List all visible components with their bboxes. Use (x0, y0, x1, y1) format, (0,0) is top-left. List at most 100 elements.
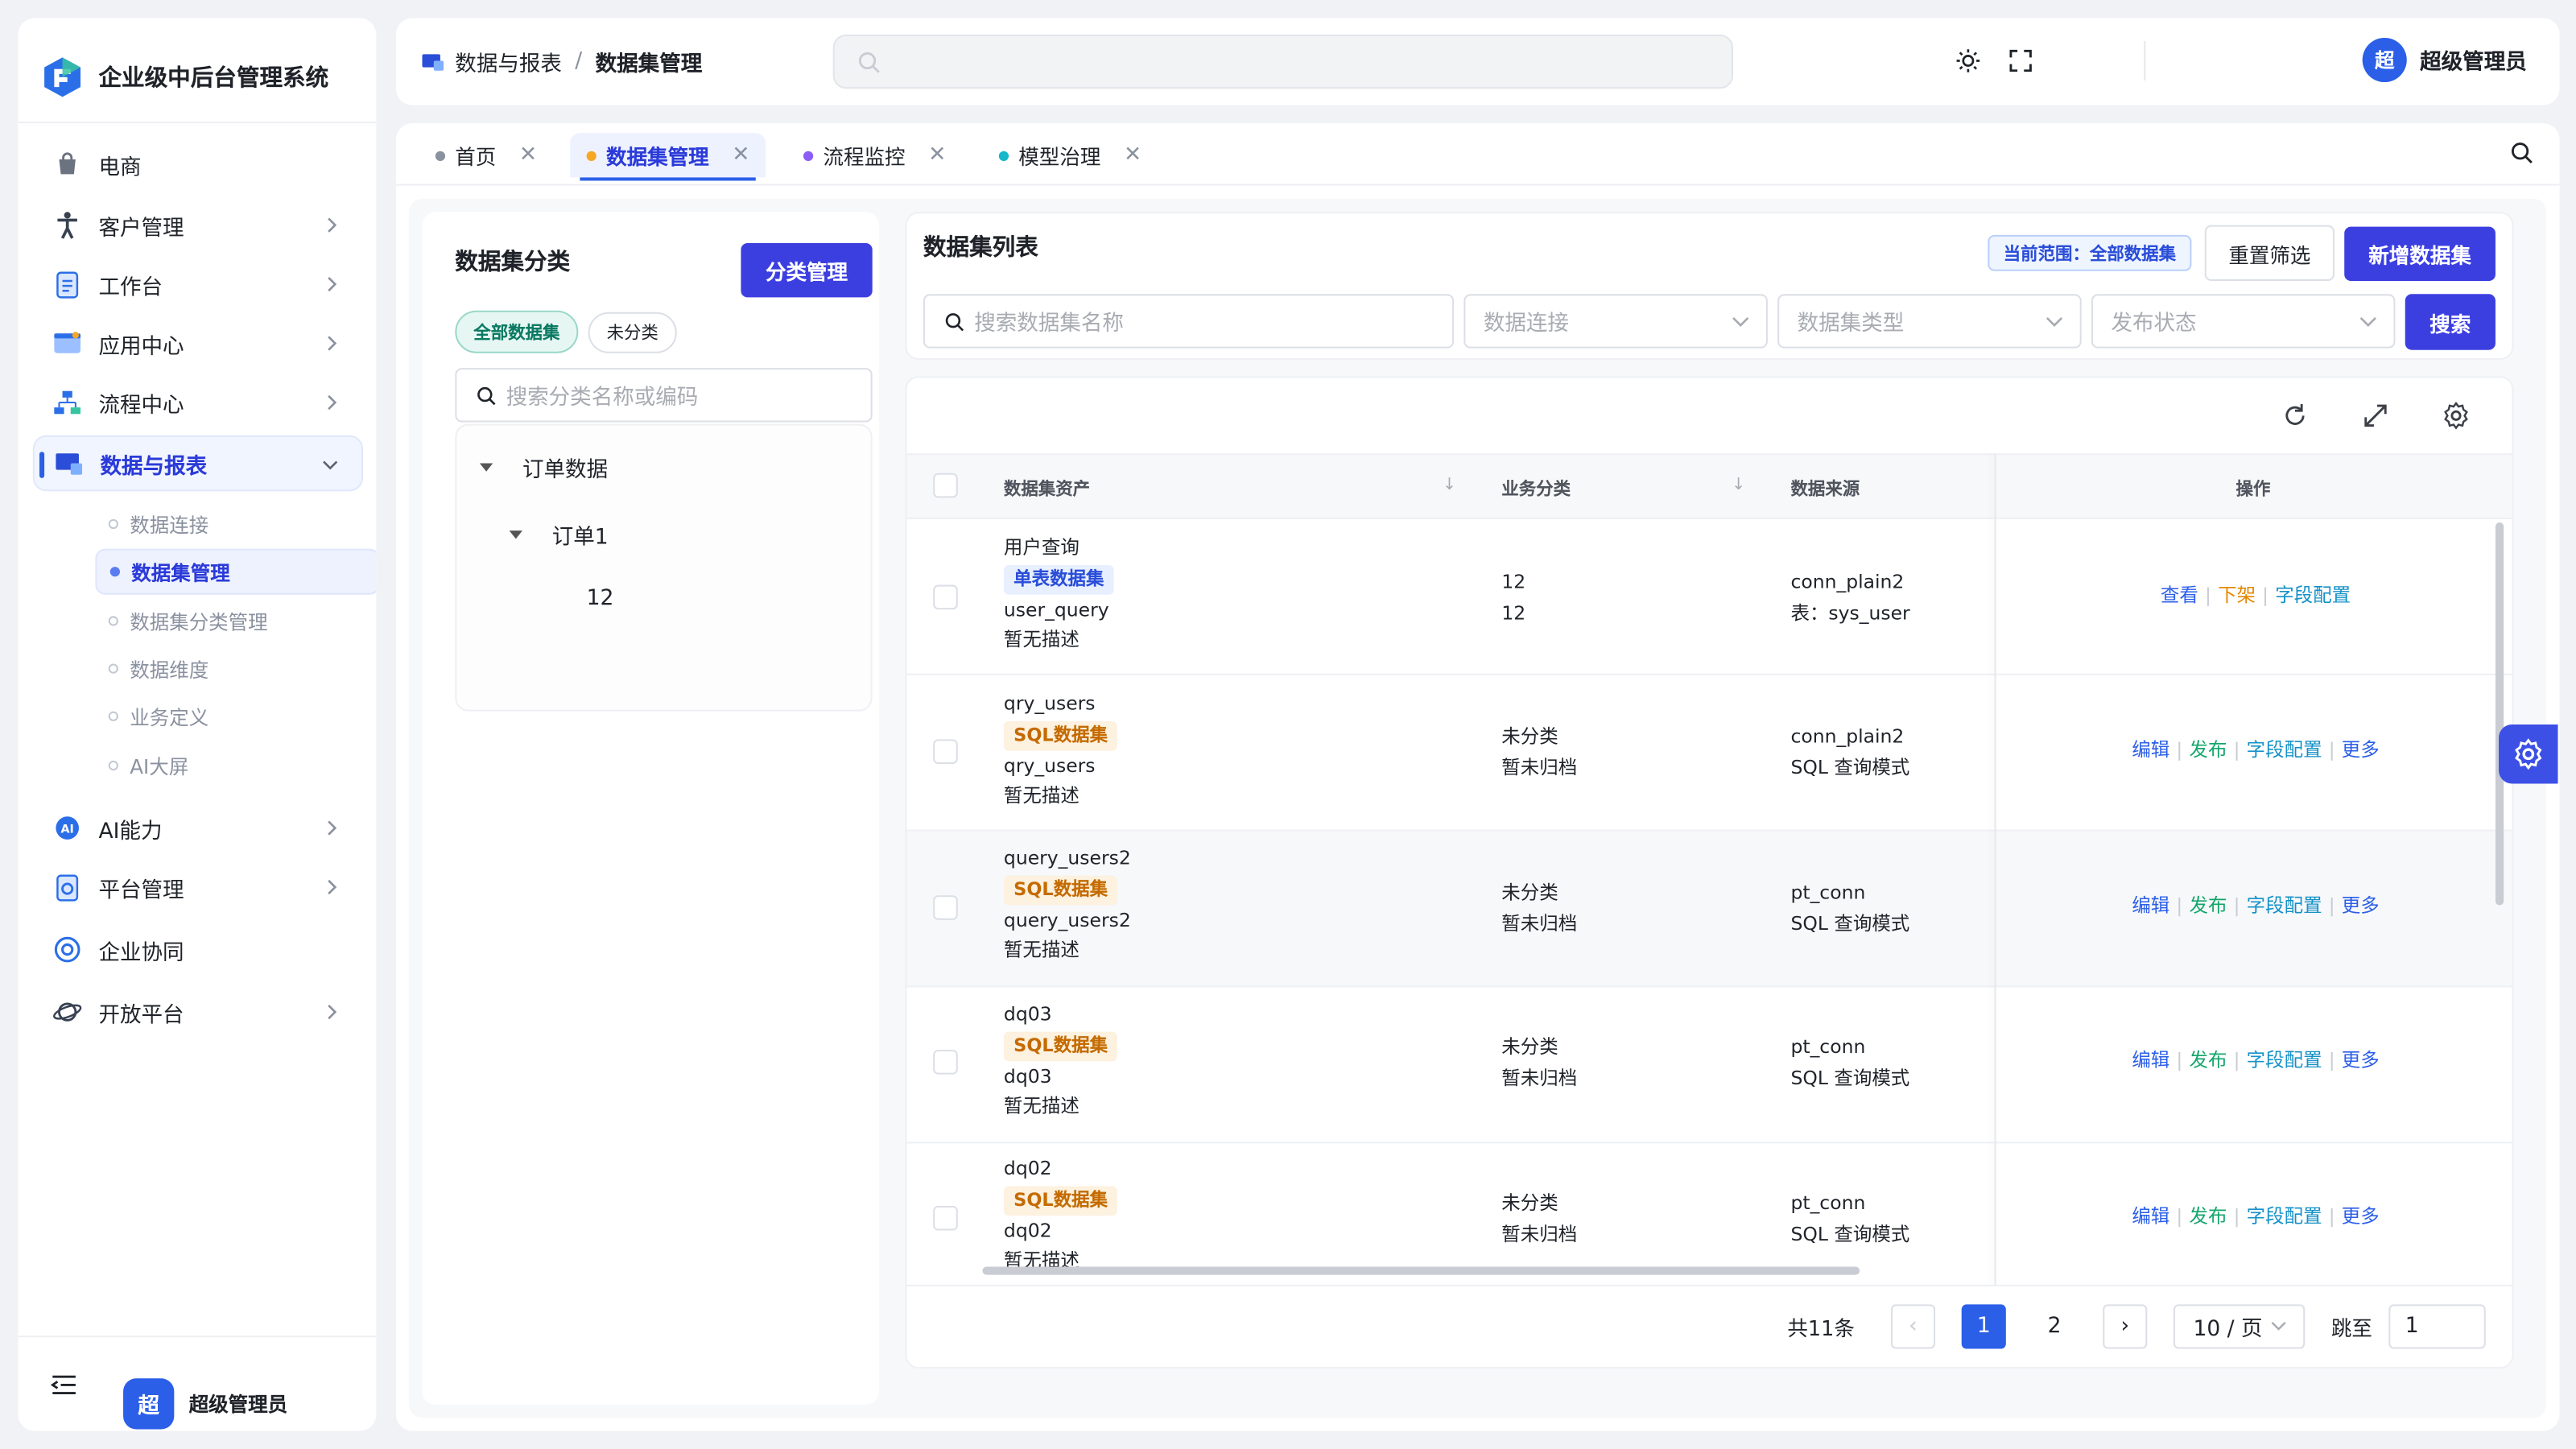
prev-page-button[interactable]: ‹ (1890, 1304, 1936, 1349)
vertical-scrollbar[interactable] (2495, 522, 2504, 906)
field-config-link[interactable]: 字段配置 (2247, 736, 2322, 762)
source-mode: SQL 查询模式 (1790, 754, 1910, 778)
caret-down-icon[interactable] (509, 530, 522, 539)
global-search-input[interactable] (832, 34, 1734, 89)
chevron-right-icon (328, 336, 337, 351)
sort-arrow-icon[interactable]: ↓ (1443, 477, 1456, 494)
category-search-input[interactable]: 搜索分类名称或编码 (455, 368, 873, 423)
app-logo[interactable]: 企业级中后台管理系统 (41, 41, 328, 114)
close-icon[interactable]: ✕ (1124, 143, 1141, 168)
edit-link[interactable]: 编辑 (2132, 1203, 2169, 1229)
nav-item-platform[interactable]: 平台管理 (33, 859, 363, 914)
category-manage-button[interactable]: 分类管理 (741, 243, 873, 298)
tab-label: 模型治理 (1018, 144, 1101, 170)
field-config-link[interactable]: 字段配置 (2247, 1203, 2322, 1229)
nav-item-data-report[interactable]: 数据与报表 (32, 435, 364, 492)
sub-item-business-definition[interactable]: 业务定义 (95, 693, 376, 739)
row-checkbox[interactable] (933, 895, 958, 920)
close-icon[interactable]: ✕ (732, 143, 749, 168)
edit-link[interactable]: 编辑 (2132, 736, 2169, 762)
dataset-name[interactable]: dq03 (1004, 999, 1117, 1030)
sub-item-ai-screen[interactable]: AI大屏 (95, 742, 376, 788)
row-checkbox[interactable] (933, 739, 958, 764)
row-checkbox[interactable] (933, 584, 958, 610)
filter-uncategorized[interactable]: 未分类 (588, 312, 677, 353)
more-link[interactable]: 更多 (2342, 1203, 2380, 1229)
theme-toggle-icon[interactable] (1955, 47, 1982, 74)
tree-node[interactable]: 订单1 (509, 519, 609, 551)
app-title: 企业级中后台管理系统 (98, 65, 329, 93)
add-dataset-button[interactable]: 新增数据集 (2344, 226, 2496, 281)
dataset-search-input[interactable]: 搜索数据集名称 (923, 294, 1455, 349)
expand-icon[interactable] (2361, 401, 2391, 431)
view-link[interactable]: 查看 (2161, 581, 2198, 608)
dataset-type-select[interactable]: 数据集类型 (1777, 294, 2082, 349)
page-2-button[interactable]: 2 (2032, 1304, 2076, 1348)
collapse-menu-icon[interactable] (51, 1373, 77, 1397)
refresh-icon[interactable] (2281, 401, 2310, 431)
row-checkbox[interactable] (933, 1205, 958, 1231)
select-all-checkbox[interactable] (933, 473, 958, 498)
sort-arrow-icon[interactable]: ↓ (1732, 477, 1745, 494)
tree-node[interactable]: 12 (587, 587, 614, 612)
dataset-name[interactable]: query_users2 (1004, 843, 1131, 873)
nav-item-customer[interactable]: 客户管理 (33, 197, 363, 253)
publish-link[interactable]: 发布 (2189, 892, 2227, 919)
fullscreen-icon[interactable] (2008, 47, 2034, 74)
sub-item-data-connection[interactable]: 数据连接 (95, 501, 376, 547)
tab-model-governance[interactable]: 模型治理 ✕ (982, 133, 1158, 177)
field-config-link[interactable]: 字段配置 (2275, 581, 2351, 608)
tree-node[interactable]: 订单数据 (479, 452, 608, 483)
field-config-link[interactable]: 字段配置 (2247, 892, 2322, 919)
dataset-name[interactable]: qry_users (1004, 688, 1117, 719)
sub-item-dataset-management[interactable]: 数据集管理 (95, 548, 377, 595)
publish-link[interactable]: 发布 (2189, 736, 2227, 762)
caret-down-icon[interactable] (479, 463, 493, 472)
tab-label: 数据集管理 (606, 144, 709, 170)
jump-input[interactable]: 1 (2388, 1304, 2486, 1349)
tab-home[interactable]: 首页 ✕ (419, 133, 553, 177)
filter-all-datasets[interactable]: 全部数据集 (455, 310, 579, 353)
more-link[interactable]: 更多 (2342, 892, 2380, 919)
more-link[interactable]: 更多 (2342, 736, 2380, 762)
sub-item-data-dimension[interactable]: 数据维度 (95, 646, 376, 691)
nav-item-collaboration[interactable]: 企业协同 (33, 922, 363, 977)
row-checkbox[interactable] (933, 1050, 958, 1075)
top-header: 数据与报表 / 数据集管理 超 超级管理员 (395, 18, 2560, 105)
nav-item-workbench[interactable]: 工作台 (33, 256, 363, 312)
search-icon[interactable] (2510, 142, 2533, 165)
page-1-button[interactable]: 1 (1961, 1304, 2006, 1349)
breadcrumb-item[interactable]: 数据与报表 (455, 46, 562, 77)
more-link[interactable]: 更多 (2342, 1046, 2380, 1073)
edit-link[interactable]: 编辑 (2132, 1046, 2169, 1073)
publish-link[interactable]: 发布 (2189, 1203, 2227, 1229)
data-connection-select[interactable]: 数据连接 (1463, 294, 1768, 349)
field-config-link[interactable]: 字段配置 (2247, 1046, 2322, 1073)
nav-item-app-center[interactable]: 应用中心 (33, 316, 363, 371)
unpublish-link[interactable]: 下架 (2218, 581, 2256, 608)
publish-link[interactable]: 发布 (2189, 1046, 2227, 1073)
settings-icon[interactable] (2442, 401, 2471, 431)
reset-filter-button[interactable]: 重置筛选 (2204, 225, 2334, 281)
dataset-code: qry_users (1003, 753, 1096, 777)
search-button[interactable]: 搜索 (2405, 294, 2496, 350)
tab-dataset-management[interactable]: 数据集管理 ✕ (570, 133, 766, 181)
horizontal-scrollbar[interactable] (982, 1266, 1860, 1275)
nav-item-ai[interactable]: AI AI能力 (33, 800, 363, 856)
header-user[interactable]: 超 超级管理员 (2362, 37, 2527, 83)
edit-link[interactable]: 编辑 (2132, 892, 2169, 919)
dataset-name[interactable]: 用户查询 (1004, 532, 1114, 563)
dataset-name[interactable]: dq02 (1004, 1154, 1117, 1184)
sub-item-dataset-category[interactable]: 数据集分类管理 (95, 598, 376, 644)
nav-item-ecommerce[interactable]: 电商 (33, 136, 363, 192)
close-icon[interactable]: ✕ (928, 143, 946, 168)
page-size-select[interactable]: 10 / 页 (2173, 1304, 2306, 1349)
nav-item-process-center[interactable]: 流程中心 (33, 374, 363, 430)
next-page-button[interactable]: › (2103, 1304, 2148, 1349)
floating-settings-button[interactable] (2499, 724, 2558, 784)
nav-item-open-platform[interactable]: 开放平台 (33, 984, 363, 1039)
sidebar-user[interactable]: 超 超级管理员 (123, 1378, 287, 1430)
close-icon[interactable]: ✕ (519, 143, 537, 168)
publish-status-select[interactable]: 发布状态 (2091, 294, 2396, 349)
tab-process-monitor[interactable]: 流程监控 ✕ (787, 133, 963, 177)
